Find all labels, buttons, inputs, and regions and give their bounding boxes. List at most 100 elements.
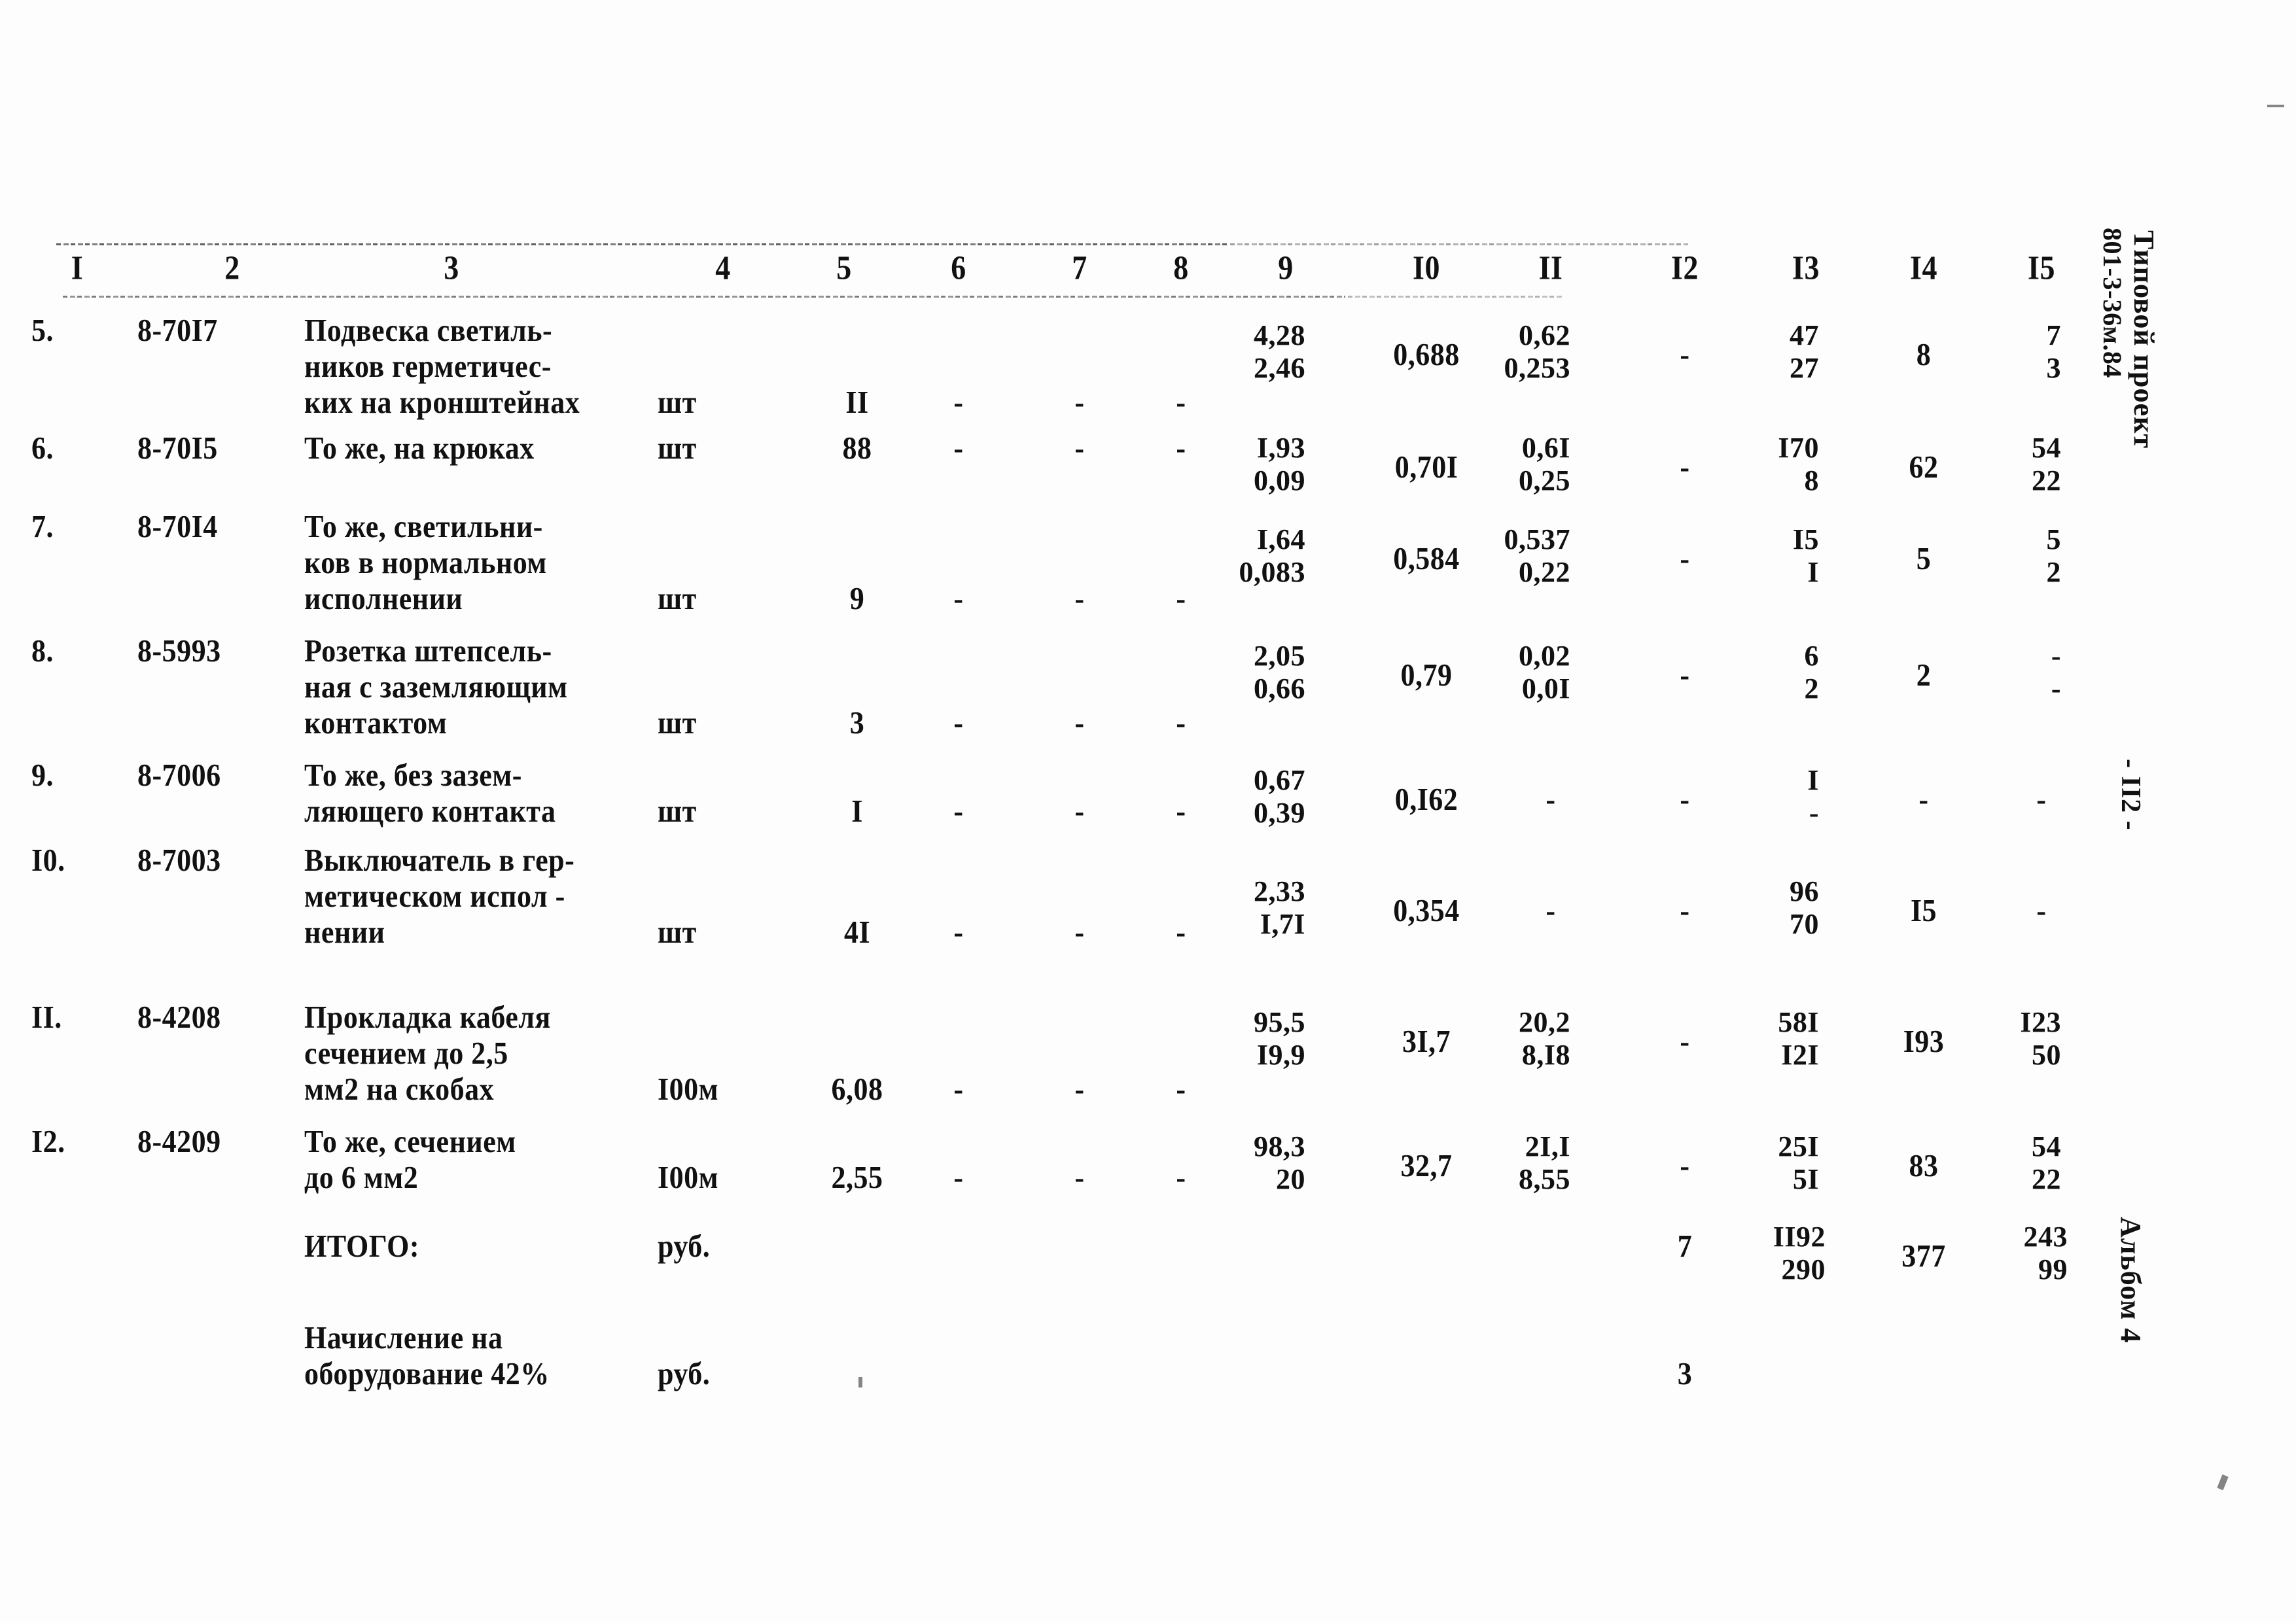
row-1-col13-lower: 27 <box>1790 352 1819 384</box>
row-3-col11-lower: 0,22 <box>1519 556 1570 588</box>
row-2-col9-lower: 0,09 <box>1254 464 1305 497</box>
row-4-col13: 62 <box>1708 640 1819 705</box>
row-5-col13-upper: I <box>1807 764 1819 796</box>
row-8-col9: 98,3 20 <box>1188 1130 1305 1196</box>
row-5-col10: 0,I62 <box>1394 782 1458 817</box>
row-8-col11-lower: 8,55 <box>1519 1163 1570 1195</box>
row-1-col6: - <box>953 385 964 420</box>
row-2-col13: I70 8 <box>1708 432 1819 497</box>
row-2-quantity: 88 <box>842 430 872 466</box>
row-7-col15-upper: I23 <box>2020 1006 2061 1038</box>
row-1-col15: 73 <box>1950 319 2061 385</box>
row-6-col9-upper: 2,33 <box>1254 875 1305 907</box>
row-3-col13-lower: I <box>1807 556 1819 588</box>
row-2-col11-lower: 0,25 <box>1519 464 1570 497</box>
row-4-col15-upper: - <box>2051 640 2061 672</box>
row-4-quantity: 3 <box>849 705 865 741</box>
row-4-col7: - <box>1074 705 1085 741</box>
row-5-col13: I- <box>1708 764 1819 829</box>
row-1-col9-lower: 2,46 <box>1254 352 1305 384</box>
row-5-description-line-1: То же, без зазем- <box>304 758 522 793</box>
row-8-col9-upper: 98,3 <box>1254 1130 1305 1162</box>
row-8-col13-lower: 5I <box>1792 1163 1819 1195</box>
header-rule-top-right <box>1230 243 1688 245</box>
row-7-col6: - <box>953 1072 964 1107</box>
row-8-quantity: 2,55 <box>831 1160 883 1195</box>
row-5-col15: - <box>2036 782 2047 817</box>
row-6-col14: I5 <box>1910 893 1937 928</box>
header-rule-top <box>56 243 1227 245</box>
summary-2-col12: 3 <box>1677 1356 1693 1391</box>
row-7-description-line-2: сечением до 2,5 <box>304 1036 508 1071</box>
column-number-8: 8 <box>1173 249 1189 287</box>
row-4-col9: 2,05 0,66 <box>1188 640 1305 705</box>
row-3-ordinal: 7. <box>31 509 54 544</box>
scan-artifact <box>2217 1474 2229 1491</box>
row-2-col11: 0,6I 0,25 <box>1446 432 1570 497</box>
row-2-col13-lower: 8 <box>1804 464 1819 497</box>
row-5-col9-upper: 0,67 <box>1254 764 1305 796</box>
summary-1-col15-upper: 243 <box>2023 1221 2068 1253</box>
row-1-col13-upper: 47 <box>1790 319 1819 351</box>
summary-2-label-line-1: Начисление на <box>304 1320 503 1355</box>
row-6-ordinal: I0. <box>31 843 65 878</box>
row-1-col15-upper: 7 <box>2046 319 2061 351</box>
row-6-col6: - <box>953 915 964 950</box>
row-4-col13-upper: 6 <box>1804 640 1819 672</box>
column-number-10: I0 <box>1413 249 1440 287</box>
row-2-col11-upper: 0,6I <box>1521 432 1570 464</box>
row-2-col9: I,93 0,09 <box>1188 432 1305 497</box>
summary-2-unit: руб. <box>658 1356 711 1391</box>
row-8-col9-lower: 20 <box>1276 1163 1305 1195</box>
row-4-col8: - <box>1176 705 1186 741</box>
row-2-col15-upper: 54 <box>2032 432 2061 464</box>
row-1-col13: 47 27 <box>1708 319 1819 385</box>
row-4-col6: - <box>953 705 964 741</box>
summary-1-unit: руб. <box>658 1229 711 1264</box>
row-6-col13-upper: 96 <box>1790 875 1819 907</box>
row-4-col11-lower: 0,0I <box>1521 672 1570 705</box>
row-2-ordinal: 6. <box>31 430 54 466</box>
row-7-col11: 20,2 8,I8 <box>1446 1006 1570 1072</box>
column-number-2: 2 <box>224 249 240 287</box>
row-8-col7: - <box>1074 1160 1085 1195</box>
column-number-13: I3 <box>1792 249 1820 287</box>
row-7-col9-upper: 95,5 <box>1254 1006 1305 1038</box>
row-1-col11-lower: 0,253 <box>1504 352 1570 384</box>
row-6-col11: - <box>1545 893 1556 928</box>
row-7-description-line-1: Прокладка кабеля <box>304 1000 551 1035</box>
row-7-col13: 58I I2I <box>1708 1006 1819 1072</box>
row-7-col15: I23 50 <box>1950 1006 2061 1072</box>
row-6-col7: - <box>1074 915 1085 950</box>
row-8-col11: 2I,I 8,55 <box>1446 1130 1570 1196</box>
row-1-col9-upper: 4,28 <box>1254 319 1305 351</box>
summary-1-col15: 243 99 <box>1943 1221 2068 1286</box>
row-7-col9-lower: I9,9 <box>1256 1039 1305 1071</box>
row-3-col9-upper: I,64 <box>1256 523 1305 555</box>
row-3-col15-lower: 2 <box>2046 556 2061 588</box>
row-1-col7: - <box>1074 385 1085 420</box>
row-2-col13-upper: I70 <box>1778 432 1819 464</box>
row-3-description-line-1: То же, светильни- <box>304 509 543 544</box>
row-1-col9: 4,28 2,46 <box>1188 319 1305 385</box>
row-5-col7: - <box>1074 794 1085 829</box>
row-6-col13: 96 70 <box>1708 875 1819 941</box>
scan-artifact <box>2267 105 2284 107</box>
row-4-description-line-2: ная с заземляющим <box>304 669 568 705</box>
row-8-col13: 25I 5I <box>1708 1130 1819 1196</box>
column-number-7: 7 <box>1072 249 1087 287</box>
column-number-14: I4 <box>1910 249 1937 287</box>
page-marker-vertical: - II2 - <box>2115 759 2146 831</box>
row-1-col15-lower: 3 <box>2046 352 2061 384</box>
row-5-col9: 0,67 0,39 <box>1188 764 1305 829</box>
row-5-col13-lower: - <box>1809 797 1819 829</box>
row-4-description-line-1: Розетка штепсель- <box>304 633 552 669</box>
column-number-15: I5 <box>2028 249 2055 287</box>
row-8-col15-lower: 22 <box>2032 1163 2061 1195</box>
row-3-col15: 52 <box>1950 523 2061 589</box>
row-1-col11-upper: 0,62 <box>1519 319 1570 351</box>
row-7-col13-lower: I2I <box>1781 1039 1819 1071</box>
header-rule-bottom-right <box>1348 296 1564 298</box>
row-3-col7: - <box>1074 581 1085 616</box>
row-8-col13-upper: 25I <box>1778 1130 1819 1162</box>
